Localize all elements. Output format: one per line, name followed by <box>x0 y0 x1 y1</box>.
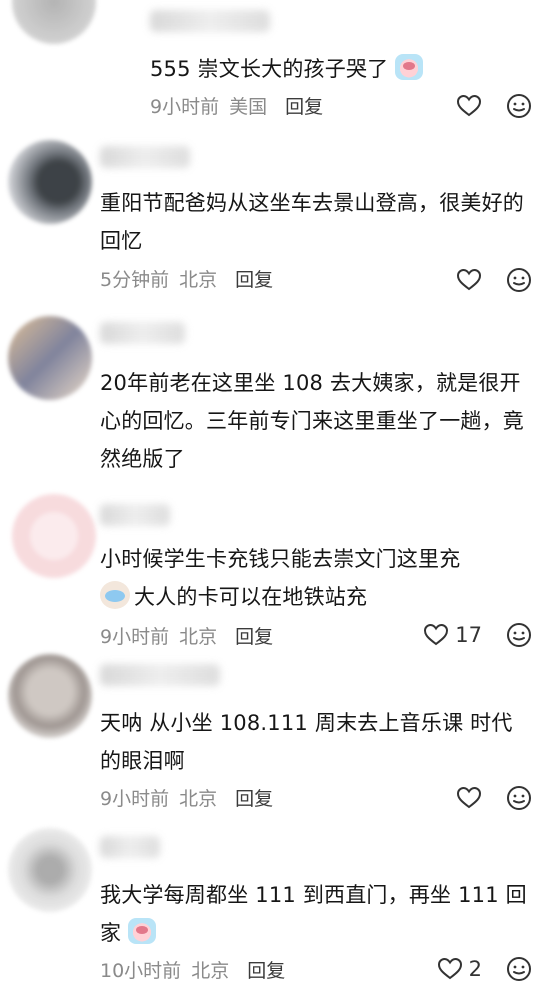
comment-item: 小时候学生卡充钱只能去崇文门这里充 大人的卡可以在地铁站充 9小时前 北京 回复… <box>0 490 552 650</box>
comment-actions <box>456 266 532 294</box>
like-button[interactable] <box>456 786 482 810</box>
comment-actions <box>456 92 532 120</box>
username-blurred <box>100 322 185 344</box>
smiley-face-icon[interactable] <box>506 785 532 811</box>
reply-button[interactable]: 回复 <box>247 956 285 983</box>
like-count: 2 <box>468 957 482 981</box>
comment-item: 我大学每周都坐 111 到西直门，再坐 111 回家 10小时前 北京 回复 2 <box>0 820 552 984</box>
heart-outline-icon <box>456 786 482 809</box>
avatar[interactable] <box>8 828 92 912</box>
comment-text: 555 崇文长大的孩子哭了 <box>150 50 530 88</box>
comment-location: 北京 <box>179 788 218 810</box>
avatar[interactable] <box>8 140 92 224</box>
comment-actions: 17 <box>423 621 532 649</box>
comment-text: 重阳节配爸妈从这坐车去景山登高，很美好的回忆 <box>100 191 524 253</box>
smiley-face-icon[interactable] <box>506 93 532 119</box>
heart-outline-icon <box>456 94 482 117</box>
reply-button[interactable]: 回复 <box>285 92 323 119</box>
like-button[interactable]: 2 <box>437 957 482 981</box>
comment-time: 10小时前 <box>100 960 182 982</box>
comment-meta: 9小时前 美国 回复 <box>150 92 323 119</box>
like-count: 17 <box>455 623 482 647</box>
smiley-face-icon[interactable] <box>506 267 532 293</box>
heart-outline-icon <box>456 268 482 291</box>
comment-actions <box>456 784 532 812</box>
crying-dog-emoji-icon <box>100 581 130 609</box>
comment-location: 美国 <box>229 96 268 118</box>
comment-item: 20年前老在这里坐 108 去大姨家，就是很开心的回忆。三年前专门来这里重坐了一… <box>0 310 552 490</box>
username-blurred <box>100 504 170 526</box>
comment-location: 北京 <box>179 269 218 291</box>
avatar[interactable] <box>8 654 92 738</box>
comment-meta: 5分钟前 北京 回复 <box>100 265 273 292</box>
comment-actions: 2 <box>437 955 532 983</box>
comment-meta: 9小时前 北京 回复 <box>100 784 273 811</box>
heart-outline-icon <box>437 957 462 980</box>
heart-outline-icon <box>424 623 449 646</box>
like-button[interactable] <box>456 268 482 292</box>
comment-text: 20年前老在这里坐 108 去大姨家，就是很开心的回忆。三年前专门来这里重坐了一… <box>100 371 524 471</box>
avatar[interactable] <box>8 316 92 400</box>
comment-location: 北京 <box>191 960 230 982</box>
avatar[interactable] <box>12 0 96 44</box>
comment-time: 9小时前 <box>100 626 170 648</box>
comment-time: 9小时前 <box>150 96 220 118</box>
smiley-face-icon[interactable] <box>506 956 532 982</box>
username-blurred <box>150 10 270 32</box>
comment-time: 9小时前 <box>100 788 170 810</box>
comment-location: 北京 <box>179 626 218 648</box>
crying-emoji-icon <box>395 54 424 80</box>
comment-item: 重阳节配爸妈从这坐车去景山登高，很美好的回忆 5分钟前 北京 回复 <box>0 130 552 300</box>
comment-text: 小时候学生卡充钱只能去崇文门这里充 大人的卡可以在地铁站充 <box>100 547 461 609</box>
like-button[interactable] <box>456 94 482 118</box>
username-blurred <box>100 146 190 168</box>
like-button[interactable]: 17 <box>423 623 482 647</box>
comment-time: 5分钟前 <box>100 269 170 291</box>
reply-button[interactable]: 回复 <box>235 622 273 649</box>
comment-meta: 10小时前 北京 回复 <box>100 956 285 983</box>
comment-item: 555 崇文长大的孩子哭了 9小时前 美国 回复 <box>0 0 552 130</box>
comment-item: 天呐 从小坐 108.111 周末去上音乐课 时代的眼泪啊 9小时前 北京 回复 <box>0 650 552 820</box>
crying-emoji-icon <box>128 918 157 944</box>
smiley-face-icon[interactable] <box>506 622 532 648</box>
reply-button[interactable]: 回复 <box>235 784 273 811</box>
comment-meta: 9小时前 北京 回复 <box>100 622 273 649</box>
reply-button[interactable]: 回复 <box>235 265 273 292</box>
avatar[interactable] <box>12 494 96 578</box>
comment-text: 我大学每周都坐 111 到西直门，再坐 111 回家 <box>100 883 527 945</box>
username-blurred <box>100 836 160 858</box>
username-blurred <box>100 664 220 686</box>
comment-text: 天呐 从小坐 108.111 周末去上音乐课 时代的眼泪啊 <box>100 711 513 773</box>
